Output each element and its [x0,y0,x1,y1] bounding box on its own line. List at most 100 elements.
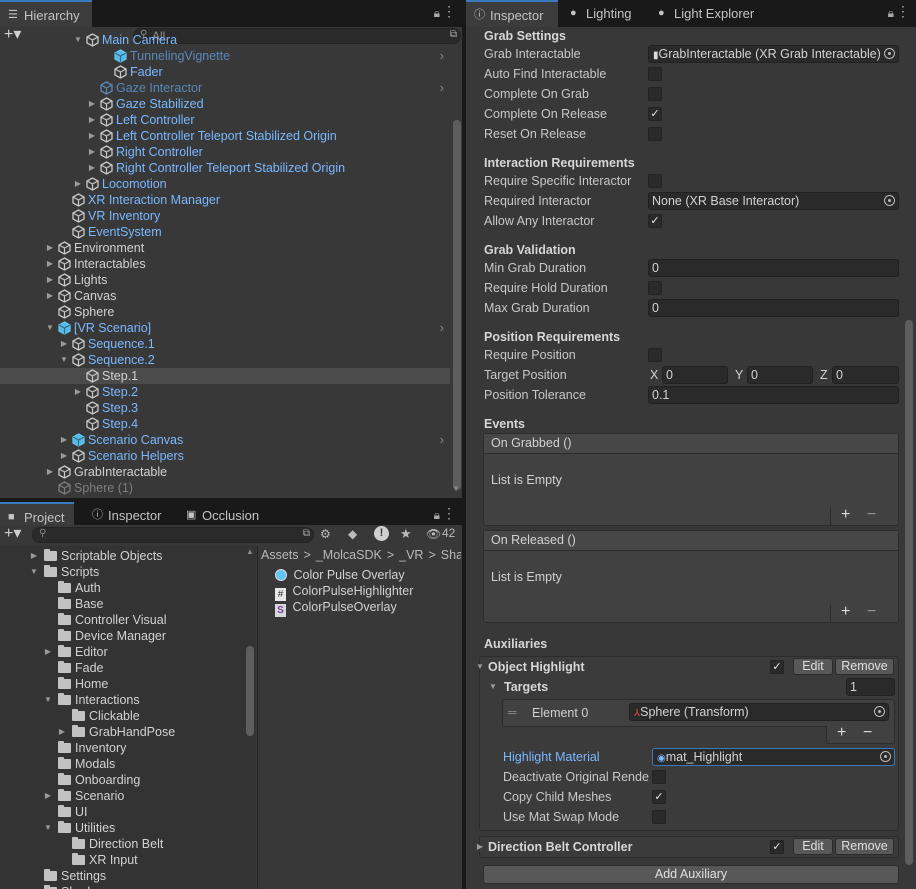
hierarchy-item[interactable]: ▶ GrabInteractable [0,464,450,480]
object-picker-icon[interactable] [880,751,891,762]
allow-any-checkbox[interactable]: ✓ [648,214,662,228]
collapse-arrow-icon[interactable]: ▶ [44,644,52,660]
tab-lighting[interactable]: ● Lighting [562,0,648,27]
add-listener-button[interactable]: + [841,506,850,524]
direction-belt-remove-button[interactable]: Remove [835,838,894,855]
required-interactor-field[interactable]: None (XR Base Interactor) [648,192,899,210]
copy-child-checkbox[interactable]: ✓ [652,790,666,804]
asset-item[interactable]: Color Pulse Overlay [275,567,405,583]
object-picker-icon[interactable] [874,706,885,717]
collapse-arrow-icon[interactable]: ▶ [46,272,54,288]
hierarchy-item[interactable]: EventSystem [0,224,450,240]
complete-on-grab-checkbox[interactable] [648,87,662,101]
hierarchy-item[interactable]: Fader [0,64,450,80]
asset-item[interactable]: S ColorPulseOverlay [275,599,397,617]
hierarchy-item[interactable]: ▼ [VR Scenario] › [0,320,450,336]
complete-on-release-checkbox[interactable]: ✓ [648,107,662,121]
target-position-z[interactable]: 0 [832,366,899,384]
hierarchy-item[interactable]: ▶ Locomotion [0,176,450,192]
folder-item[interactable]: ▶ Scriptable Objects [0,548,244,564]
collapse-arrow-icon[interactable]: ▶ [88,128,96,144]
use-mat-swap-checkbox[interactable] [652,810,666,824]
direction-belt-enabled-checkbox[interactable]: ✓ [770,840,784,854]
hierarchy-item[interactable]: ▶ Canvas [0,288,450,304]
remove-target-button[interactable]: − [863,724,872,742]
deactivate-original-checkbox[interactable] [652,770,666,784]
folder-item[interactable]: Modals [0,756,244,772]
remove-listener-button[interactable]: − [867,603,876,621]
search-mode-icon[interactable]: ⧉ [450,29,457,40]
folder-item[interactable]: Onboarding [0,772,244,788]
hierarchy-item[interactable]: VR Inventory [0,208,450,224]
lock-icon[interactable]: 🔒︎ [434,508,440,523]
folder-item[interactable]: ▼ Scripts [0,564,244,580]
breadcrumb-item[interactable]: Shad [441,548,461,562]
hierarchy-item[interactable]: ▶ Scenario Helpers [0,448,450,464]
filter-type-icon[interactable]: ⚙ [320,527,331,541]
more-menu-icon[interactable]: ⋮ [442,3,456,20]
search-mode-icon[interactable]: ⧉ [303,528,310,539]
expand-arrow-icon[interactable]: ▼ [46,320,54,336]
label-tag-icon[interactable]: ◆ [348,527,357,541]
expand-arrow-icon[interactable]: ▼ [44,820,52,836]
folder-item[interactable]: ▶ Editor [0,644,244,660]
remove-listener-button[interactable]: − [867,506,876,524]
hierarchy-item[interactable]: XR Interaction Manager [0,192,450,208]
collapse-arrow-icon[interactable]: ▶ [44,788,52,804]
more-menu-icon[interactable]: ⋮ [442,505,456,522]
collapse-arrow-icon[interactable]: ▶ [74,176,82,192]
highlight-material-field[interactable]: ◉mat_Highlight [652,748,895,766]
hierarchy-item[interactable]: ▶ Step.2 [0,384,450,400]
chevron-right-icon[interactable]: › [440,80,444,96]
folder-item[interactable]: XR Input [0,852,244,868]
collapse-arrow-icon[interactable]: ▶ [88,96,96,112]
collapse-arrow-icon[interactable]: ▶ [46,464,54,480]
direction-belt-edit-button[interactable]: Edit [793,838,833,855]
hierarchy-item[interactable]: ▶ Right Controller Teleport Stabilized Or… [0,160,450,176]
add-target-button[interactable]: + [837,724,846,742]
collapse-arrow-icon[interactable]: ▶ [74,384,82,400]
lock-icon[interactable]: 🔒︎ [434,6,440,21]
hierarchy-item[interactable]: ▶ Sequence.1 [0,336,450,352]
collapse-arrow-icon[interactable]: ▶ [46,256,54,272]
create-asset-icon[interactable]: +▾ [4,525,21,543]
folder-item[interactable]: Base [0,596,244,612]
collapse-arrow-icon[interactable]: ▶ [88,160,96,176]
chevron-right-icon[interactable]: › [440,432,444,448]
lock-icon[interactable]: 🔒︎ [888,6,894,21]
target-position-x[interactable]: 0 [662,366,728,384]
project-search-input[interactable]: ⚲ ⧉ [32,527,314,543]
drag-handle-icon[interactable]: ═ [508,705,517,719]
hierarchy-item[interactable]: ▶ Gaze Stabilized [0,96,450,112]
scroll-up-arrow[interactable]: ▲ [246,547,254,556]
tab-light-explorer[interactable]: ● Light Explorer [650,0,770,27]
hierarchy-item[interactable]: Step.3 [0,400,450,416]
require-hold-checkbox[interactable] [648,281,662,295]
object-picker-icon[interactable] [884,48,895,59]
hierarchy-item[interactable]: ▶ Interactables [0,256,450,272]
require-specific-checkbox[interactable] [648,174,662,188]
collapse-arrow-icon[interactable]: ▶ [60,448,68,464]
hierarchy-item[interactable]: Step.4 [0,416,450,432]
hierarchy-item[interactable]: ▶ Lights [0,272,450,288]
require-position-checkbox[interactable] [648,348,662,362]
hierarchy-item[interactable]: Gaze Interactor › [0,80,450,96]
chevron-right-icon[interactable]: › [440,320,444,336]
add-auxiliary-button[interactable]: Add Auxiliary [483,865,899,884]
tab-hierarchy[interactable]: ☰ Hierarchy [0,0,92,27]
target-position-y[interactable]: 0 [747,366,813,384]
hierarchy-item[interactable]: ▶ Right Controller [0,144,450,160]
hierarchy-item[interactable]: Sphere (1) [0,480,450,496]
position-tolerance-input[interactable]: 0.1 [648,386,899,404]
more-menu-icon[interactable]: ⋮ [896,3,910,20]
collapse-arrow-icon[interactable]: ▶ [46,240,54,256]
hierarchy-item[interactable]: ▼ Main Camera [0,32,450,48]
grab-interactable-field[interactable]: ▮GrabInteractable (XR Grab Interactable) [648,45,899,63]
expand-arrow-icon[interactable]: ▶ [476,839,484,855]
folder-item[interactable]: Fade [0,660,244,676]
tab-inspector[interactable]: ⓘ Inspector [466,0,558,27]
folder-item[interactable]: Device Manager [0,628,244,644]
collapse-arrow-icon[interactable]: ▶ [58,724,66,740]
folder-item[interactable]: Inventory [0,740,244,756]
collapse-arrow-icon[interactable]: ▶ [88,144,96,160]
